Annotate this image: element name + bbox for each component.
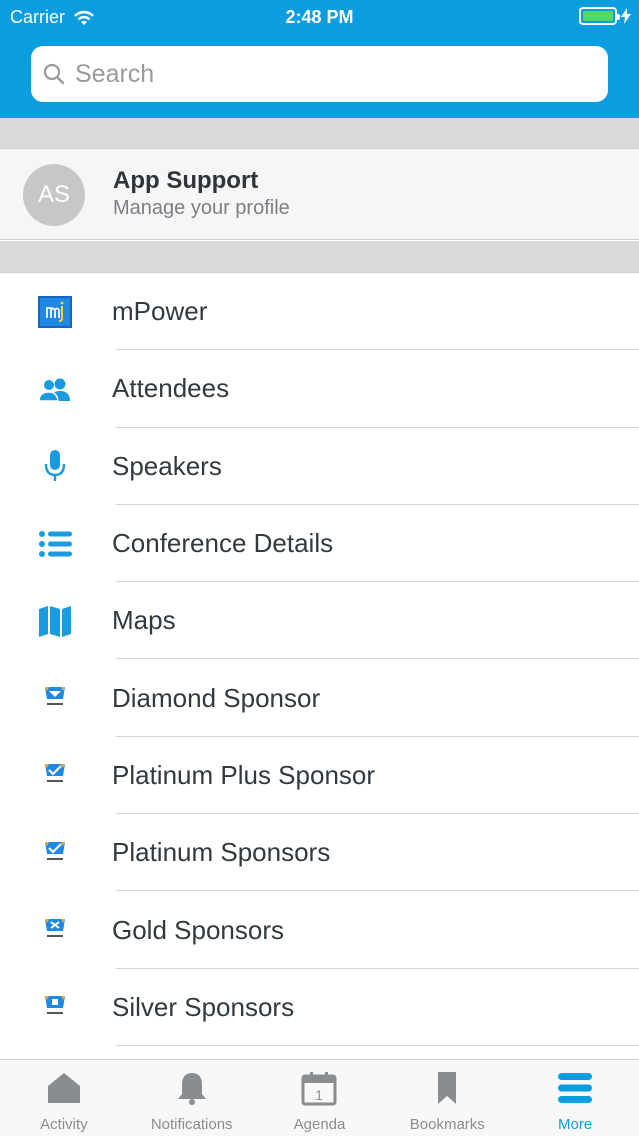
menu-item-attendees[interactable]: Attendees — [0, 350, 639, 428]
platinum-sponsor-badge-icon — [38, 836, 72, 870]
battery-icon — [579, 7, 620, 25]
menu-list: mPower Attendees Speakers Conference Det… — [0, 272, 639, 1047]
status-time: 2:48 PM — [285, 7, 354, 27]
menu-item-speakers[interactable]: Speakers — [0, 428, 639, 506]
search-input[interactable] — [75, 59, 575, 89]
battery-indicator — [579, 7, 631, 25]
svg-text:1: 1 — [316, 1087, 324, 1103]
tab-agenda[interactable]: 1 Agenda — [256, 1060, 384, 1136]
silver-sponsor-badge-icon — [38, 990, 72, 1024]
menu-item-mpower[interactable]: mPower — [0, 273, 639, 351]
menu-item-maps[interactable]: Maps — [0, 582, 639, 660]
section-spacer — [0, 118, 639, 148]
list-icon — [38, 527, 72, 561]
platinum-plus-sponsor-badge-icon — [38, 758, 72, 792]
mpower-logo-icon — [38, 295, 72, 329]
menu-item-conference-details[interactable]: Conference Details — [0, 505, 639, 583]
menu-item-silver-sponsors[interactable]: Silver Sponsors — [0, 969, 639, 1047]
menu-item-label: Attendees — [112, 373, 230, 404]
tab-activity[interactable]: Activity — [0, 1060, 128, 1136]
tab-notifications[interactable]: Notifications — [128, 1060, 256, 1136]
status-bar: Carrier 2:48 PM — [0, 0, 639, 34]
people-icon — [38, 372, 72, 406]
menu-item-label: mPower — [112, 296, 208, 327]
profile-subtitle: Manage your profile — [113, 197, 290, 219]
menu-item-label: Diamond Sponsor — [112, 682, 321, 713]
map-icon — [38, 604, 72, 638]
menu-item-label: Silver Sponsors — [112, 991, 295, 1022]
tab-label: Agenda — [293, 1116, 346, 1133]
tab-label: More — [557, 1116, 593, 1133]
tab-bar: Activity Notifications 1 Agenda Bookmark… — [0, 1059, 639, 1136]
search-icon — [43, 63, 65, 85]
home-icon — [47, 1073, 80, 1103]
search-bar[interactable] — [31, 46, 608, 102]
profile-row[interactable]: AS App Support Manage your profile — [0, 148, 639, 240]
menu-item-platinum-sponsors[interactable]: Platinum Sponsors — [0, 814, 639, 892]
menu-item-platinum-plus-sponsor[interactable]: Platinum Plus Sponsor — [0, 737, 639, 815]
section-spacer — [0, 241, 639, 272]
bookmark-icon — [438, 1072, 457, 1104]
menu-item-label: Platinum Sponsors — [112, 837, 331, 868]
avatar: AS — [23, 164, 85, 226]
tab-more[interactable]: More — [511, 1060, 639, 1136]
header: Carrier 2:48 PM — [0, 0, 639, 118]
menu-icon — [558, 1073, 593, 1103]
calendar-icon: 1 — [301, 1072, 337, 1106]
menu-item-label: Platinum Plus Sponsor — [112, 759, 376, 790]
menu-item-label: Maps — [112, 605, 176, 636]
tab-label: Notifications — [150, 1116, 233, 1133]
tab-label: Bookmarks — [409, 1116, 485, 1133]
charging-icon — [621, 8, 631, 24]
menu-item-label: Conference Details — [112, 528, 334, 559]
microphone-icon — [38, 449, 72, 483]
profile-name: App Support — [113, 167, 259, 194]
menu-item-diamond-sponsor[interactable]: Diamond Sponsor — [0, 659, 639, 738]
gold-sponsor-badge-icon — [38, 913, 72, 947]
bell-icon — [177, 1073, 206, 1105]
tab-bookmarks[interactable]: Bookmarks — [383, 1060, 511, 1136]
diamond-sponsor-badge-icon — [38, 681, 72, 715]
menu-item-gold-sponsors[interactable]: Gold Sponsors — [0, 891, 639, 969]
menu-item-label: Speakers — [112, 450, 222, 481]
menu-item-label: Gold Sponsors — [112, 914, 284, 945]
tab-label: Activity — [40, 1116, 88, 1133]
